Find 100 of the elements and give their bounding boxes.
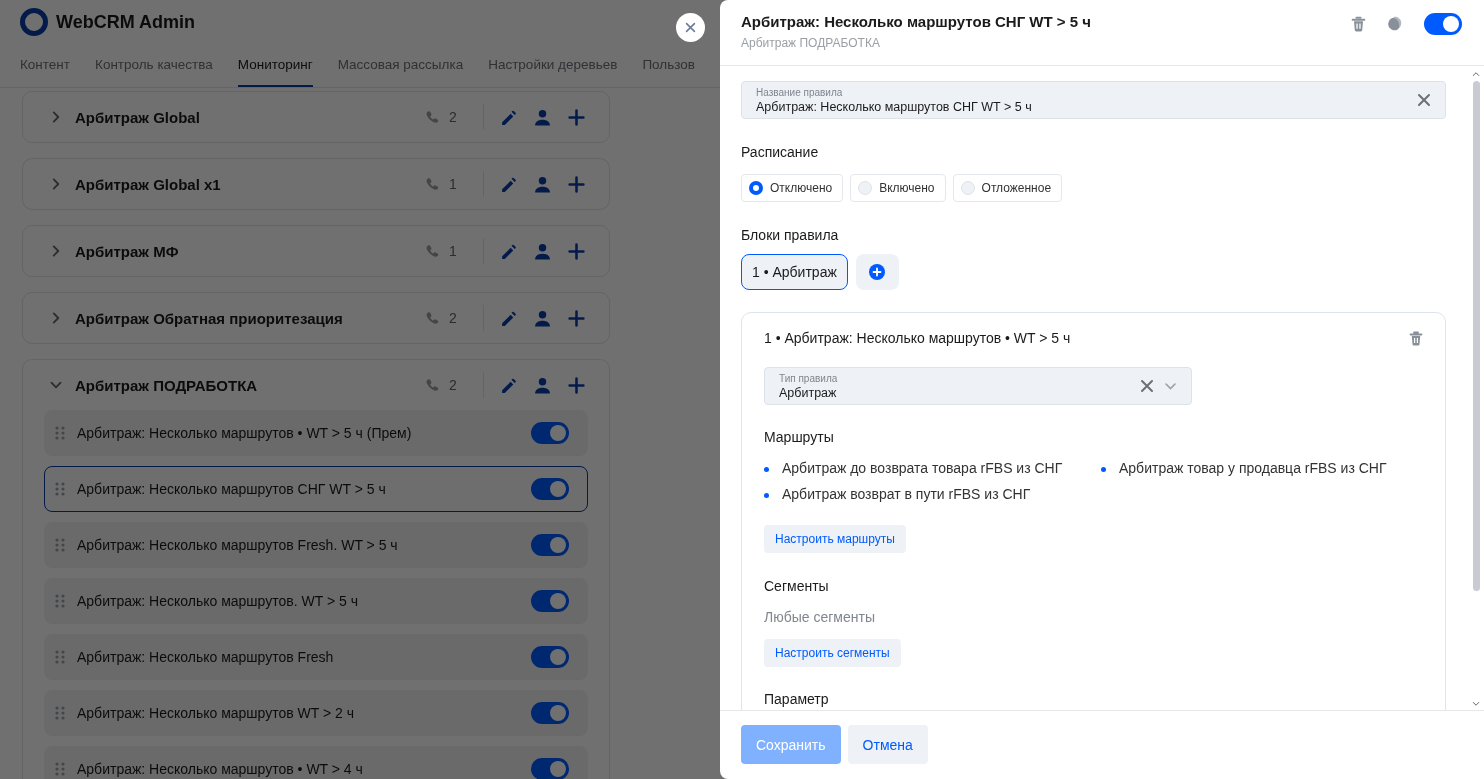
toggle-switch[interactable] bbox=[531, 478, 569, 500]
nav-tab[interactable]: Массовая рассылка bbox=[337, 44, 464, 87]
radio-option[interactable]: Включено bbox=[850, 174, 946, 202]
pencil-icon[interactable] bbox=[500, 376, 517, 394]
user-icon[interactable] bbox=[534, 309, 551, 327]
name-field[interactable]: Название правила Арбитраж: Несколько маршрутов СНГ WT > 5 ч bbox=[741, 81, 1446, 119]
trash-icon[interactable] bbox=[1409, 330, 1423, 346]
drag-handle-icon[interactable] bbox=[55, 482, 65, 496]
user-icon[interactable] bbox=[534, 242, 551, 260]
toggle-switch[interactable] bbox=[531, 758, 569, 779]
toggle-switch[interactable] bbox=[531, 646, 569, 668]
group-title: Арбитраж Global bbox=[75, 108, 201, 126]
phone-icon bbox=[425, 110, 439, 124]
drag-handle-icon[interactable] bbox=[55, 706, 65, 720]
nav-tab[interactable]: Пользов bbox=[642, 44, 695, 87]
block-tab[interactable]: 1 • Арбитраж bbox=[741, 254, 848, 290]
segments-value: Любые сегменты bbox=[764, 609, 876, 625]
plus-icon[interactable] bbox=[568, 108, 585, 126]
chevron-icon[interactable] bbox=[51, 312, 61, 324]
phone-icon bbox=[425, 177, 439, 191]
call-count: 1 bbox=[449, 176, 458, 192]
chevron-icon[interactable] bbox=[51, 245, 61, 257]
rule-name: Арбитраж: Несколько маршрутов Fresh bbox=[77, 649, 335, 665]
rule-item[interactable]: Арбитраж: Несколько маршрутов • WT > 4 ч bbox=[44, 746, 588, 779]
drag-handle-icon[interactable] bbox=[55, 762, 65, 776]
toggle-switch[interactable] bbox=[531, 422, 569, 444]
toggle-switch[interactable] bbox=[531, 590, 569, 612]
group-title: Арбитраж МФ bbox=[75, 242, 180, 260]
drag-handle-icon[interactable] bbox=[55, 538, 65, 552]
group-title: Арбитраж Обратная приоритезация bbox=[75, 309, 344, 327]
copy-icon[interactable] bbox=[1386, 15, 1404, 33]
app-title: WebCRM Admin bbox=[56, 11, 195, 33]
user-icon[interactable] bbox=[534, 175, 551, 193]
nav-tab[interactable]: Контроль качества bbox=[95, 44, 213, 87]
pencil-icon[interactable] bbox=[500, 242, 517, 260]
configure-routes-button[interactable]: Настроить маршруты bbox=[764, 525, 906, 553]
clear-icon[interactable] bbox=[1140, 379, 1154, 393]
rule-name: Арбитраж: Несколько маршрутов СНГ WT > 5 ч bbox=[77, 481, 387, 497]
pencil-icon[interactable] bbox=[500, 175, 517, 193]
scrollbar-thumb[interactable] bbox=[1472, 81, 1480, 591]
user-icon[interactable] bbox=[534, 108, 551, 126]
rule-item[interactable]: Арбитраж: Несколько маршрутов Fresh bbox=[44, 634, 588, 680]
plus-icon[interactable] bbox=[568, 242, 585, 260]
rule-name: Арбитраж: Несколько маршрутов. WT > 5 ч bbox=[77, 593, 359, 609]
drag-handle-icon[interactable] bbox=[55, 594, 65, 608]
call-count: 2 bbox=[449, 109, 458, 125]
rule-name: Арбитраж: Несколько маршрутов WT > 2 ч bbox=[77, 705, 356, 721]
route-item: Арбитраж до возврата товара rFBS из СНГ bbox=[782, 460, 1063, 477]
rule-item[interactable]: Арбитраж: Несколько маршрутов WT > 2 ч bbox=[44, 690, 588, 736]
toggle-switch[interactable] bbox=[531, 534, 569, 556]
nav-tab[interactable]: Настройки деревьев bbox=[488, 44, 618, 87]
rule-type-select[interactable]: Тип правила Арбитраж bbox=[764, 367, 1192, 405]
scroll-down-icon[interactable] bbox=[1472, 700, 1480, 708]
nav-tab[interactable]: Мониторинг bbox=[237, 44, 313, 87]
phone-icon bbox=[425, 311, 439, 325]
configure-segments-button[interactable]: Настроить сегменты bbox=[764, 639, 901, 667]
drag-handle-icon[interactable] bbox=[55, 650, 65, 664]
chevron-icon[interactable] bbox=[51, 178, 61, 190]
rule-name: Арбитраж: Несколько маршрутов • WT > 5 ч (Прем) bbox=[77, 425, 413, 441]
field-label: Название правила bbox=[756, 86, 844, 98]
block-title: 1 • Арбитраж: Несколько маршрутов • WT > 5 ч bbox=[764, 330, 1072, 346]
section-label: Блоки правила bbox=[741, 227, 840, 244]
radio-option[interactable]: Отключено bbox=[741, 174, 844, 202]
plus-icon bbox=[869, 264, 886, 280]
section-label: Маршруты bbox=[764, 429, 835, 446]
pencil-icon[interactable] bbox=[500, 309, 517, 327]
rule-item[interactable]: Арбитраж: Несколько маршрутов Fresh. WT > 5 ч bbox=[44, 522, 588, 568]
group-title: Арбитраж ПОДРАБОТКА bbox=[75, 376, 259, 394]
chevron-icon[interactable] bbox=[50, 380, 62, 390]
add-block-button[interactable] bbox=[855, 254, 899, 290]
plus-icon[interactable] bbox=[568, 175, 585, 193]
drag-handle-icon[interactable] bbox=[55, 426, 65, 440]
phone-icon bbox=[425, 378, 439, 392]
cancel-button[interactable]: Отмена bbox=[847, 725, 928, 764]
plus-icon[interactable] bbox=[568, 309, 585, 327]
close-icon bbox=[685, 22, 696, 33]
toggle-switch[interactable] bbox=[1424, 13, 1462, 35]
plus-icon[interactable] bbox=[568, 376, 585, 394]
field-value: Арбитраж: Несколько маршрутов СНГ WT > 5 ч bbox=[756, 99, 1033, 114]
pencil-icon[interactable] bbox=[500, 108, 517, 126]
section-label: Сегменты bbox=[764, 578, 830, 595]
drawer-subtitle: Арбитраж ПОДРАБОТКА bbox=[741, 36, 881, 50]
drawer-title: Арбитраж: Несколько маршрутов СНГ WT > 5 ч bbox=[741, 13, 1092, 30]
user-icon[interactable] bbox=[534, 376, 551, 394]
trash-icon[interactable] bbox=[1351, 16, 1366, 32]
rule-item[interactable]: Арбитраж: Несколько маршрутов СНГ WT > 5 ч bbox=[44, 466, 588, 512]
chevron-icon[interactable] bbox=[51, 111, 61, 123]
rule-item[interactable]: Арбитраж: Несколько маршрутов • WT > 5 ч (Прем) bbox=[44, 410, 588, 456]
scroll-up-icon[interactable] bbox=[1472, 70, 1480, 78]
clear-icon[interactable] bbox=[1417, 93, 1431, 107]
call-count: 2 bbox=[449, 310, 458, 326]
toggle-switch[interactable] bbox=[531, 702, 569, 724]
field-value: Арбитраж bbox=[779, 385, 838, 400]
section-label: Расписание bbox=[741, 144, 820, 161]
call-count: 2 bbox=[449, 377, 458, 393]
nav-tab[interactable]: Контент bbox=[20, 44, 70, 87]
radio-option[interactable]: Отложенное bbox=[952, 174, 1063, 202]
rule-item[interactable]: Арбитраж: Несколько маршрутов. WT > 5 ч bbox=[44, 578, 588, 624]
logo-icon bbox=[20, 8, 48, 36]
close-button[interactable] bbox=[676, 13, 705, 42]
